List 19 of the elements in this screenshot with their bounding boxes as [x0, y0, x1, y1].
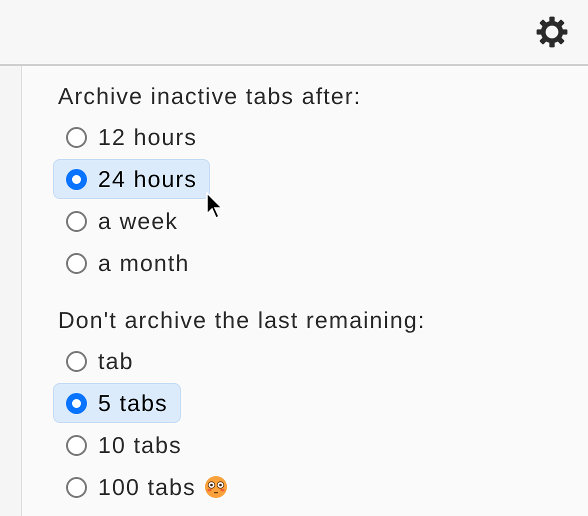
section-heading: Don't archive the last remaining:: [58, 306, 426, 335]
radio-option[interactable]: 24 hours: [53, 159, 210, 199]
radio-button[interactable]: [66, 126, 87, 148]
radio-button[interactable]: [66, 210, 87, 232]
radio-option[interactable]: a month: [53, 243, 203, 283]
radio-button[interactable]: [66, 350, 87, 372]
radio-button[interactable]: [66, 476, 87, 498]
radio-button[interactable]: [66, 434, 87, 456]
radio-option[interactable]: 5 tabs: [53, 383, 181, 423]
radio-option[interactable]: tab: [53, 341, 147, 381]
radio-option[interactable]: 10 tabs: [53, 425, 195, 465]
settings-icon[interactable]: [535, 15, 569, 49]
section-heading: Archive inactive tabs after:: [58, 82, 362, 111]
radio-option[interactable]: a week: [53, 201, 192, 241]
radio-button[interactable]: [66, 252, 87, 274]
radio-option[interactable]: 12 hours: [53, 117, 210, 157]
radio-button[interactable]: [66, 392, 87, 414]
radio-option[interactable]: 100 tabs: [53, 467, 241, 507]
radio-button[interactable]: [66, 168, 87, 190]
